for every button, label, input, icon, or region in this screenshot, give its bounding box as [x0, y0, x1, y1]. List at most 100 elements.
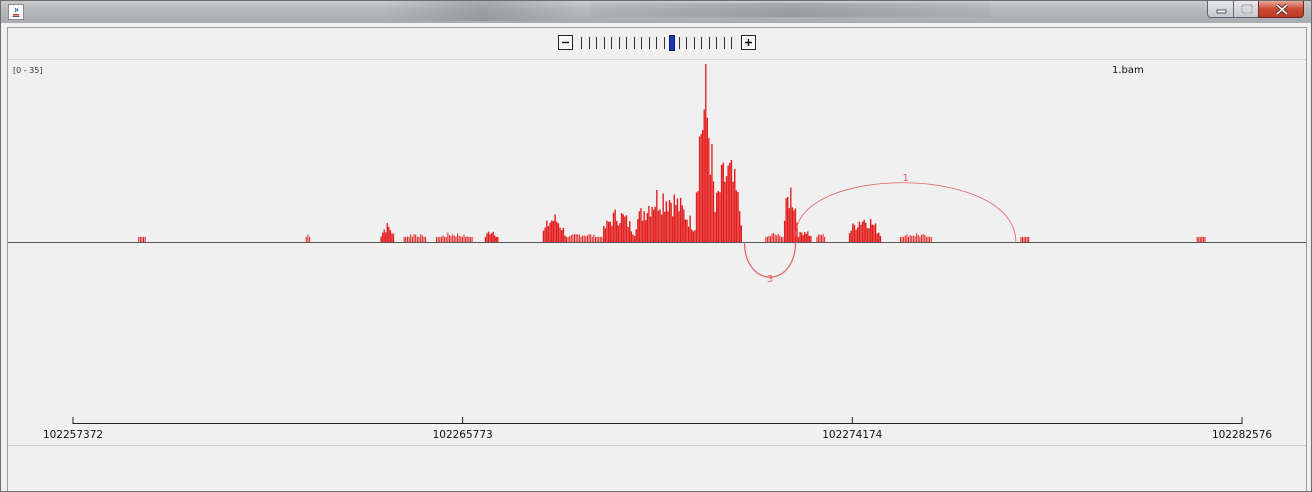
coverage-bar: [1196, 236, 1198, 242]
splice-junction-arc[interactable]: [795, 182, 1017, 243]
coverage-bar: [386, 223, 388, 242]
coverage-bar: [144, 236, 146, 242]
coverage-bar: [549, 222, 551, 242]
zoom-level-tick[interactable]: [626, 37, 627, 49]
coverage-bar: [570, 235, 572, 242]
coverage-bar: [580, 236, 582, 242]
coverage-bar: [648, 205, 650, 242]
coverage-bar: [799, 232, 801, 242]
splice-junction-arc[interactable]: [743, 241, 797, 278]
coverage-bar: [904, 235, 906, 242]
zoom-level-tick[interactable]: [693, 37, 695, 49]
coverage-bar: [469, 236, 471, 242]
zoom-level-tick[interactable]: [716, 37, 717, 49]
coverage-bar: [916, 233, 918, 242]
coverage-cluster[interactable]: [635, 190, 696, 242]
zoom-level-tick[interactable]: [611, 37, 612, 49]
coverage-cluster[interactable]: [565, 234, 603, 242]
coverage-bar: [724, 181, 726, 242]
coverage-bar: [852, 223, 854, 242]
coverage-bar: [773, 233, 775, 242]
zoom-slider[interactable]: [581, 35, 733, 51]
coverage-bar: [1023, 236, 1025, 242]
coverage-bar: [646, 213, 649, 242]
coverage-bar: [879, 235, 882, 242]
zoom-level-tick[interactable]: [723, 37, 725, 49]
close-button[interactable]: [1258, 1, 1304, 18]
coverage-cluster[interactable]: [816, 234, 826, 242]
zoom-level-tick[interactable]: [656, 37, 657, 49]
coverage-bar: [914, 236, 916, 242]
coverage-cluster[interactable]: [436, 232, 473, 242]
zoom-level-tick[interactable]: [633, 37, 635, 49]
zoom-in-button[interactable]: [741, 35, 756, 50]
coverage-cluster[interactable]: [305, 234, 311, 242]
coverage-bar: [816, 236, 818, 242]
ruler-tick-label: 102274174: [822, 429, 883, 441]
coverage-bar: [455, 236, 457, 242]
zoom-level-tick[interactable]: [678, 37, 680, 49]
zoom-level-tick[interactable]: [648, 37, 650, 49]
coverage-bar: [567, 236, 569, 242]
zoom-level-tick[interactable]: [708, 37, 710, 49]
zoom-level-tick[interactable]: [603, 37, 605, 49]
coverage-bar: [664, 211, 666, 242]
coverage-cluster[interactable]: [714, 160, 742, 242]
coverage-bar: [640, 208, 642, 242]
coverage-cluster[interactable]: [848, 219, 882, 242]
coverage-bar: [444, 236, 446, 242]
coverage-cluster[interactable]: [138, 236, 146, 242]
zoom-level-tick[interactable]: [686, 37, 687, 49]
coverage-bar: [788, 208, 790, 242]
coverage-bar: [486, 233, 488, 242]
zoom-level-tick[interactable]: [663, 37, 665, 49]
coverage-cluster[interactable]: [695, 64, 715, 242]
zoom-level-tick[interactable]: [701, 37, 702, 49]
minimize-button[interactable]: [1207, 1, 1234, 18]
junction-count-label: 3: [767, 274, 773, 285]
coverage-cluster[interactable]: [1020, 236, 1030, 242]
zoom-level-tick[interactable]: [581, 37, 582, 49]
genomic-ruler[interactable]: 102257372 102265773 102274174 102282576: [8, 413, 1306, 445]
zoom-level-tick[interactable]: [618, 37, 620, 49]
coverage-bar: [418, 236, 420, 242]
zoom-level-tick[interactable]: [641, 37, 642, 49]
coverage-bar: [793, 210, 795, 242]
coverage-cluster[interactable]: [765, 233, 784, 242]
coverage-bar: [824, 236, 826, 242]
zoom-slider-thumb[interactable]: [669, 35, 675, 51]
coverage-bar: [791, 207, 794, 242]
coverage-cluster[interactable]: [899, 233, 932, 242]
coverage-plot[interactable]: 31: [8, 60, 1306, 445]
coverage-bar: [381, 232, 384, 242]
coverage-bar: [572, 234, 574, 242]
coverage-bar: [611, 225, 613, 242]
coverage-cluster[interactable]: [380, 223, 395, 242]
coverage-bar: [616, 220, 618, 242]
coverage-cluster[interactable]: [542, 214, 566, 242]
zoom-level-tick[interactable]: [588, 37, 590, 49]
coverage-bar: [569, 236, 571, 242]
maximize-button[interactable]: [1233, 1, 1259, 18]
coverage-cluster[interactable]: [797, 231, 812, 242]
coverage-cluster[interactable]: [1196, 236, 1206, 242]
coverage-cluster[interactable]: [603, 209, 636, 243]
coverage-bar: [703, 109, 705, 242]
java-icon[interactable]: [8, 4, 24, 20]
zoom-level-tick[interactable]: [596, 37, 597, 49]
coverage-bar: [866, 228, 869, 242]
alignment-track[interactable]: 31 [0 - 35] 1.bam: [8, 60, 1306, 445]
coverage-bar: [598, 236, 600, 242]
coverage-cluster[interactable]: [403, 234, 427, 242]
coverage-bar: [575, 234, 577, 242]
coverage-bar: [808, 235, 811, 242]
coverage-cluster[interactable]: [484, 231, 499, 242]
coverage-bar: [408, 236, 410, 242]
coverage-bar: [927, 236, 929, 242]
zoom-out-button[interactable]: [558, 35, 573, 50]
coverage-bar: [556, 221, 558, 242]
zoom-level-tick[interactable]: [731, 37, 732, 49]
coverage-bar: [562, 227, 565, 242]
title-bar[interactable]: [1, 1, 1311, 23]
coverage-bar: [392, 233, 395, 242]
